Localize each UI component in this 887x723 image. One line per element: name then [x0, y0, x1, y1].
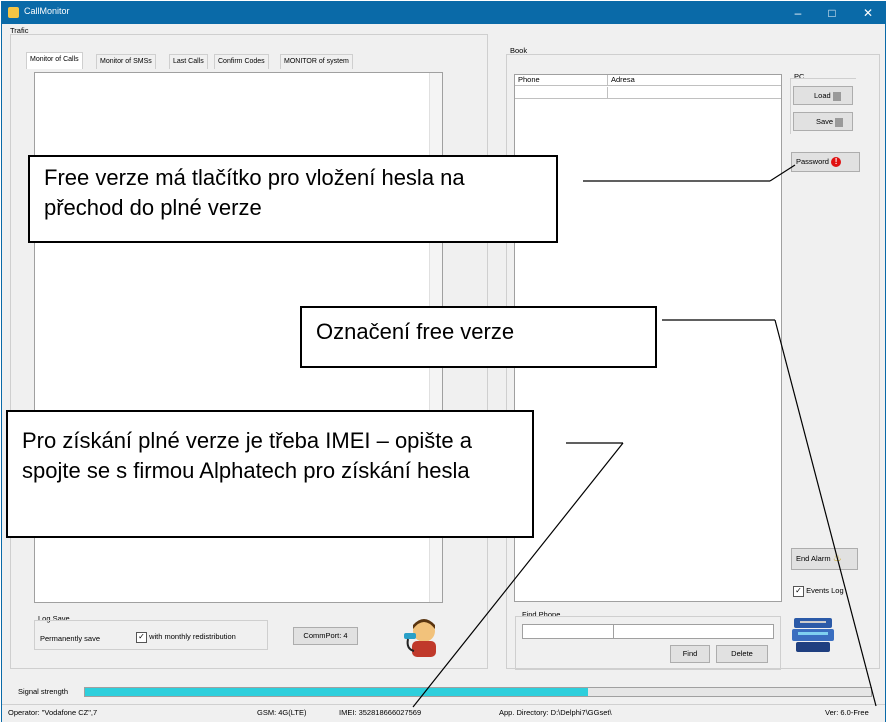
callout-leader-lines — [412, 164, 877, 708]
